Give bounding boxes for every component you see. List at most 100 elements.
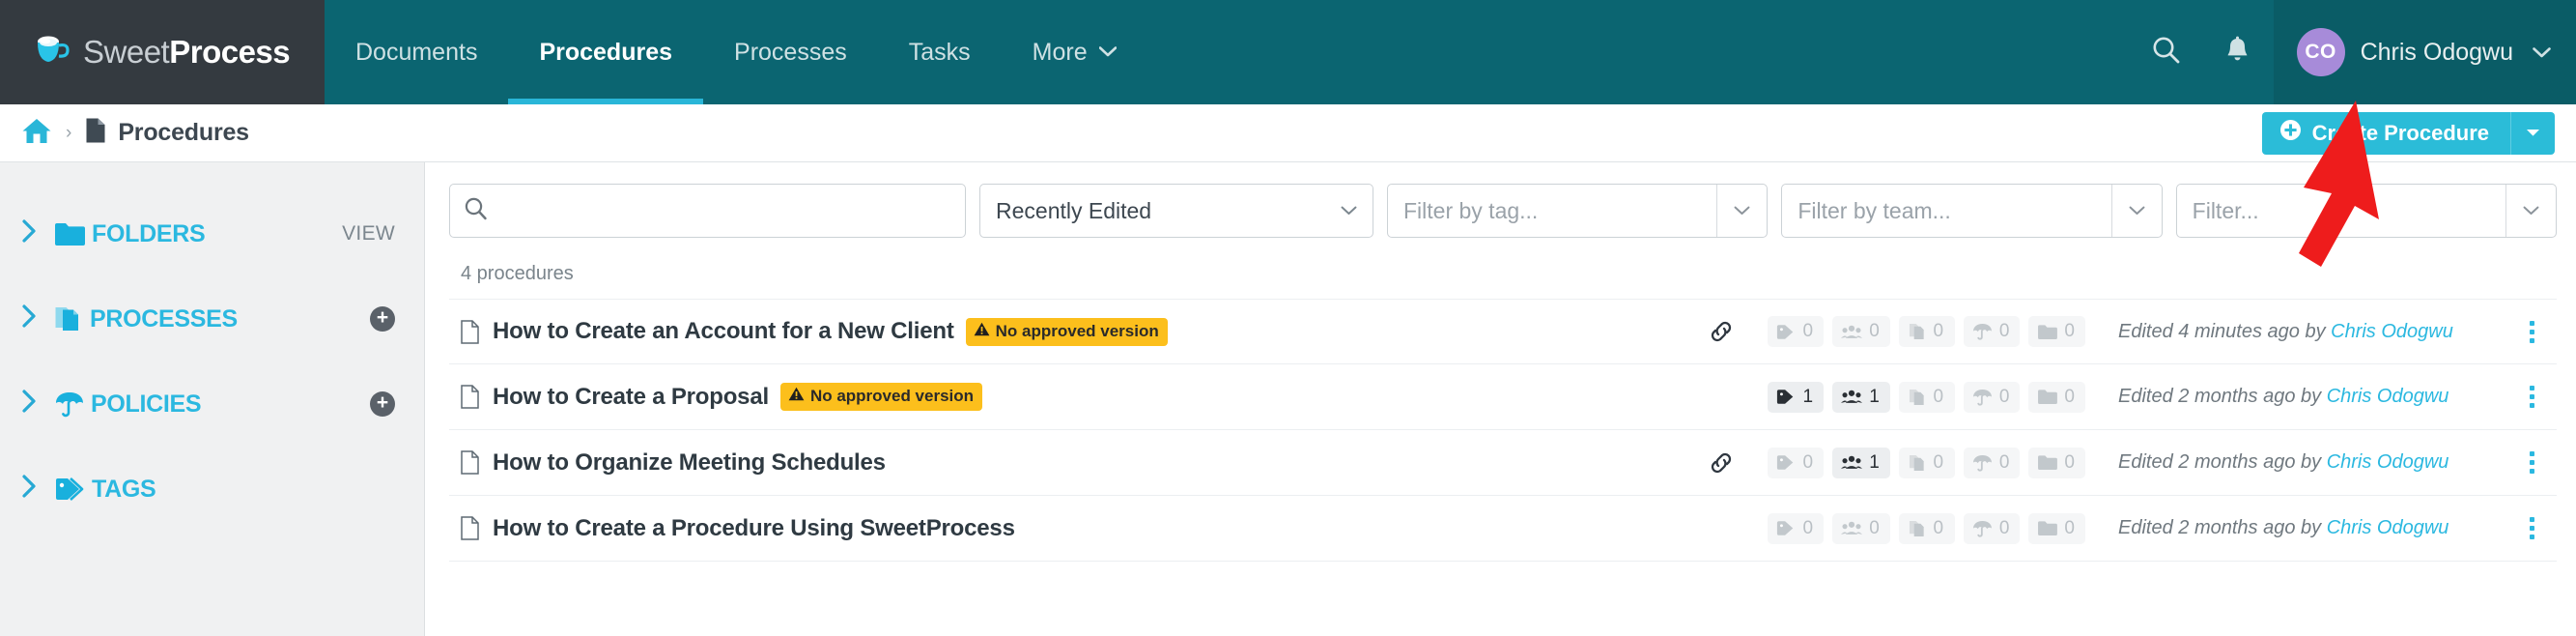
sidebar-policies-add-action[interactable]: + xyxy=(370,391,395,417)
plus-circle-icon xyxy=(2279,119,2302,147)
sidebar-item-folders[interactable]: FOLDERS VIEW xyxy=(0,191,424,276)
user-menu[interactable]: CO Chris Odogwu xyxy=(2273,0,2576,104)
sort-select[interactable]: Recently Edited xyxy=(979,184,1373,238)
table-row[interactable]: How to Create a Proposal No approved ver… xyxy=(449,364,2557,430)
stat-tags[interactable]: 0 xyxy=(1768,316,1825,347)
chevron-down-icon[interactable] xyxy=(1716,185,1767,237)
filter-by-team-select[interactable]: Filter by team... xyxy=(1781,184,2163,238)
row-meta: 0 0 0 0 xyxy=(1675,316,2553,347)
nav-item-processes[interactable]: Processes xyxy=(703,0,878,104)
stat-policies[interactable]: 0 xyxy=(1963,381,2021,413)
umbrella-icon xyxy=(54,390,85,418)
edited-prefix: Edited 2 months ago by xyxy=(2118,386,2327,407)
top-navigation-bar: SweetProcess Documents Procedures Proces… xyxy=(0,0,2576,104)
breadcrumb-current: Procedures xyxy=(85,117,249,149)
nav-item-tasks[interactable]: Tasks xyxy=(878,0,1002,104)
folder-icon xyxy=(54,221,86,246)
stat-folders[interactable]: 0 xyxy=(2028,316,2085,347)
stat-processes[interactable]: 0 xyxy=(1898,447,1955,478)
row-stats: 1 1 0 0 0 xyxy=(1768,381,2085,413)
chevron-down-icon xyxy=(1098,43,1117,62)
chevron-right-icon[interactable] xyxy=(21,304,54,334)
sidebar-item-tags[interactable]: TAGS xyxy=(0,447,424,532)
search-field[interactable] xyxy=(449,184,966,238)
coffee-cup-icon xyxy=(29,33,73,72)
procedure-title[interactable]: How to Organize Meeting Schedules xyxy=(493,449,886,477)
stat-value: 0 xyxy=(1802,451,1814,473)
link-icon[interactable] xyxy=(1675,450,1768,476)
filter-extra-select[interactable]: Filter... xyxy=(2175,184,2557,238)
create-procedure-button[interactable]: Create Procedure xyxy=(2261,111,2510,155)
create-procedure-label: Create Procedure xyxy=(2311,120,2489,145)
stat-teams[interactable]: 1 xyxy=(1832,381,1890,413)
warning-triangle-icon xyxy=(974,322,990,341)
table-row[interactable]: How to Create an Account for a New Clien… xyxy=(449,299,2557,364)
stat-teams[interactable]: 1 xyxy=(1832,447,1890,478)
nav-item-procedures[interactable]: Procedures xyxy=(508,0,703,104)
row-meta: 0 1 0 0 0 Edited 2 months ago by Chris O… xyxy=(1675,447,2553,478)
stat-processes[interactable]: 0 xyxy=(1898,381,1955,413)
kebab-menu-icon[interactable] xyxy=(2510,451,2553,474)
chevron-right-icon[interactable] xyxy=(21,218,54,249)
user-name-label: Chris Odogwu xyxy=(2360,38,2513,66)
author-link[interactable]: Chris Odogwu xyxy=(2331,321,2453,342)
author-link[interactable]: Chris Odogwu xyxy=(2327,386,2449,407)
stat-tags[interactable]: 0 xyxy=(1768,512,1825,544)
sidebar-processes-add-action[interactable]: + xyxy=(370,306,395,332)
chevron-down-icon[interactable] xyxy=(2505,185,2556,237)
kebab-menu-icon[interactable] xyxy=(2510,517,2553,539)
stat-value: 0 xyxy=(1802,517,1814,538)
notifications-button[interactable] xyxy=(2202,36,2274,70)
home-icon[interactable] xyxy=(21,117,52,150)
procedure-title[interactable]: How to Create an Account for a New Clien… xyxy=(493,318,954,345)
sidebar-folders-view-action[interactable]: VIEW xyxy=(342,222,395,246)
page-title: Procedures xyxy=(118,119,249,146)
stat-processes[interactable]: 0 xyxy=(1898,316,1955,347)
status-badge-label: No approved version xyxy=(995,321,1159,340)
table-row[interactable]: How to Organize Meeting Schedules 0 1 0 … xyxy=(449,430,2557,496)
stat-policies[interactable]: 0 xyxy=(1963,447,2021,478)
nav-item-label: Processes xyxy=(734,38,847,66)
stat-processes[interactable]: 0 xyxy=(1898,512,1955,544)
stat-value: 0 xyxy=(2064,451,2075,473)
primary-nav-items: Documents Procedures Processes Tasks Mor… xyxy=(325,0,2131,104)
nav-item-documents[interactable]: Documents xyxy=(325,0,508,104)
chevron-right-icon[interactable] xyxy=(21,474,54,505)
search-input[interactable] xyxy=(497,197,951,224)
main-content: Recently Edited Filter by tag... Filter … xyxy=(425,162,2576,636)
kebab-menu-icon[interactable] xyxy=(2510,320,2553,343)
kebab-menu-icon[interactable] xyxy=(2510,386,2553,408)
sort-select-value: Recently Edited xyxy=(996,197,1152,223)
link-icon[interactable] xyxy=(1675,319,1768,344)
procedure-title[interactable]: How to Create a Proposal xyxy=(493,384,769,411)
nav-item-label: Tasks xyxy=(908,38,971,66)
stat-policies[interactable]: 0 xyxy=(1963,316,2021,347)
stat-tags[interactable]: 1 xyxy=(1768,381,1825,413)
chevron-right-icon[interactable] xyxy=(21,389,54,419)
filter-by-tag-select[interactable]: Filter by tag... xyxy=(1387,184,1769,238)
stat-teams[interactable]: 0 xyxy=(1832,512,1890,544)
author-link[interactable]: Chris Odogwu xyxy=(2327,517,2449,538)
stat-tags[interactable]: 0 xyxy=(1768,447,1825,478)
procedure-title[interactable]: How to Create a Procedure Using SweetPro… xyxy=(493,515,1015,542)
create-procedure-dropdown-toggle[interactable] xyxy=(2510,111,2555,155)
breadcrumb: › Procedures xyxy=(21,117,249,150)
stat-folders[interactable]: 0 xyxy=(2028,512,2085,544)
stat-value: 0 xyxy=(1998,386,2010,407)
sidebar-item-processes[interactable]: PROCESSES + xyxy=(0,276,424,361)
table-row[interactable]: How to Create a Procedure Using SweetPro… xyxy=(449,496,2557,562)
stat-folders[interactable]: 0 xyxy=(2028,381,2085,413)
nav-item-more[interactable]: More xyxy=(1002,0,1147,104)
brand-logo-area[interactable]: SweetProcess xyxy=(0,0,325,104)
search-button[interactable] xyxy=(2131,35,2202,70)
edited-info: Edited 2 months ago by Chris Odogwu xyxy=(2085,451,2510,474)
sidebar-item-policies[interactable]: POLICIES + xyxy=(0,361,424,447)
stat-policies[interactable]: 0 xyxy=(1963,512,2021,544)
stat-folders[interactable]: 0 xyxy=(2028,447,2085,478)
stat-teams[interactable]: 0 xyxy=(1832,316,1890,347)
brand-name-light: Sweet xyxy=(83,34,170,70)
author-link[interactable]: Chris Odogwu xyxy=(2327,451,2449,473)
stat-value: 1 xyxy=(1869,386,1880,407)
chevron-down-icon[interactable] xyxy=(2110,185,2162,237)
stat-value: 0 xyxy=(1869,517,1880,538)
